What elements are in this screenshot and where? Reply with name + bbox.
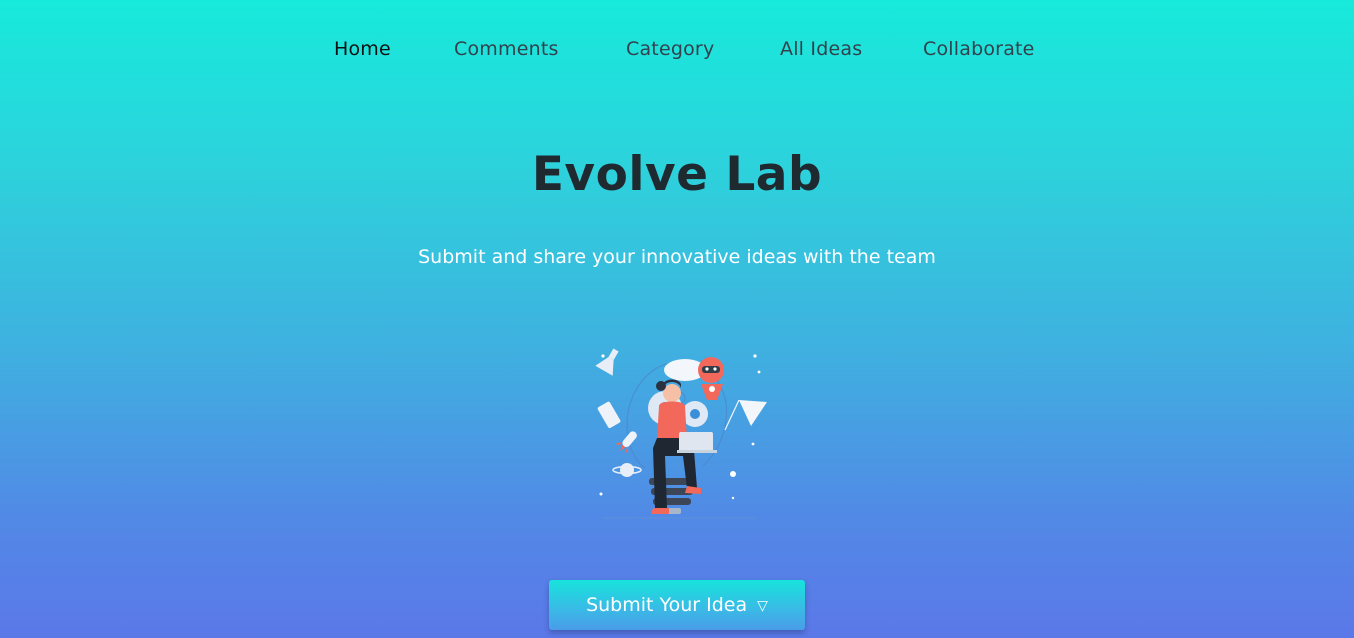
nav-item-collaborate[interactable]: Collaborate [923,38,1035,60]
flask-icon [595,348,619,376]
top-nav: Home Comments Category All Ideas Collabo… [0,0,1354,104]
planet-icon [612,463,642,477]
robot-icon [698,357,724,400]
submit-idea-button[interactable]: Submit Your Idea ▽ [549,580,805,630]
triangle-down-icon: ▽ [757,598,768,614]
hero-illustration [583,338,773,522]
nav-item-all-ideas[interactable]: All Ideas [780,38,862,60]
nav-item-comments[interactable]: Comments [454,38,559,60]
nav-item-category[interactable]: Category [626,38,714,60]
phone-icon [597,401,621,429]
page-title: Evolve Lab [531,147,823,202]
submit-idea-label: Submit Your Idea [586,594,748,616]
nav-item-home[interactable]: Home [334,38,391,60]
page-subtitle: Submit and share your innovative ideas w… [418,246,936,268]
paper-plane-icon [724,399,767,431]
